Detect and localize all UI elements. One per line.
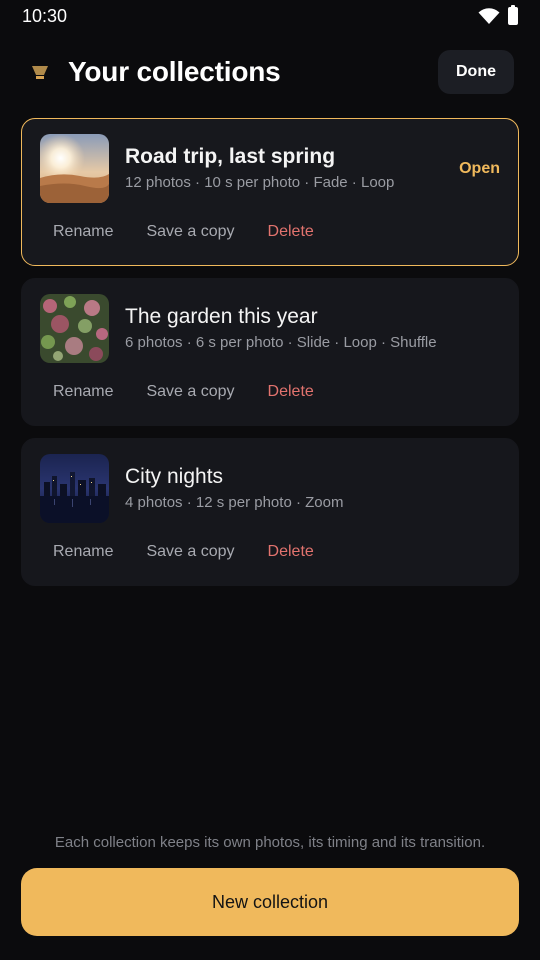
delete-button[interactable]: Delete: [268, 543, 314, 561]
footer-note: Each collection keeps its own photos, it…: [54, 834, 486, 851]
collection-card[interactable]: City nights 4 photos · 12 s per photo · …: [21, 438, 519, 586]
save-copy-button[interactable]: Save a copy: [146, 223, 234, 241]
save-copy-button[interactable]: Save a copy: [146, 383, 234, 401]
collection-title: The garden this year: [125, 305, 318, 328]
collections-screen: 10:30 Your collections Done Road trip, l…: [0, 0, 540, 960]
header: Your collections Done: [0, 48, 540, 96]
rename-button[interactable]: Rename: [53, 223, 113, 241]
collection-card[interactable]: The garden this year 6 photos · 6 s per …: [21, 278, 519, 426]
delete-button[interactable]: Delete: [268, 383, 314, 401]
collection-thumbnail: [40, 294, 109, 363]
status-icons: [478, 5, 518, 25]
collection-lamp-icon: [30, 62, 50, 82]
collection-meta: 6 photos · 6 s per photo · Slide · Loop …: [125, 334, 437, 351]
collection-list: Road trip, last spring 12 photos · 10 s …: [21, 118, 519, 598]
collection-title: Road trip, last spring: [125, 145, 336, 168]
save-copy-button[interactable]: Save a copy: [146, 543, 234, 561]
rename-button[interactable]: Rename: [53, 543, 113, 561]
wifi-icon: [478, 8, 500, 24]
new-collection-button[interactable]: New collection: [21, 868, 519, 936]
page-title: Your collections: [68, 56, 281, 87]
battery-icon: [508, 5, 518, 25]
collection-meta: 12 photos · 10 s per photo · Fade · Loop: [125, 174, 395, 191]
collection-thumbnail: [40, 454, 109, 523]
collection-thumbnail: [40, 134, 109, 203]
card-actions: Rename Save a copy Delete: [53, 223, 314, 241]
done-button[interactable]: Done: [438, 50, 514, 94]
collection-title: City nights: [125, 465, 224, 488]
card-actions: Rename Save a copy Delete: [53, 383, 314, 401]
status-time: 10:30: [22, 5, 68, 26]
card-actions: Rename Save a copy Delete: [53, 543, 314, 561]
collection-card[interactable]: Road trip, last spring 12 photos · 10 s …: [21, 118, 519, 266]
rename-button[interactable]: Rename: [53, 383, 113, 401]
delete-button[interactable]: Delete: [268, 223, 314, 241]
open-button[interactable]: Open: [459, 160, 500, 178]
status-bar: 10:30: [0, 0, 540, 32]
collection-meta: 4 photos · 12 s per photo · Zoom: [125, 494, 344, 511]
